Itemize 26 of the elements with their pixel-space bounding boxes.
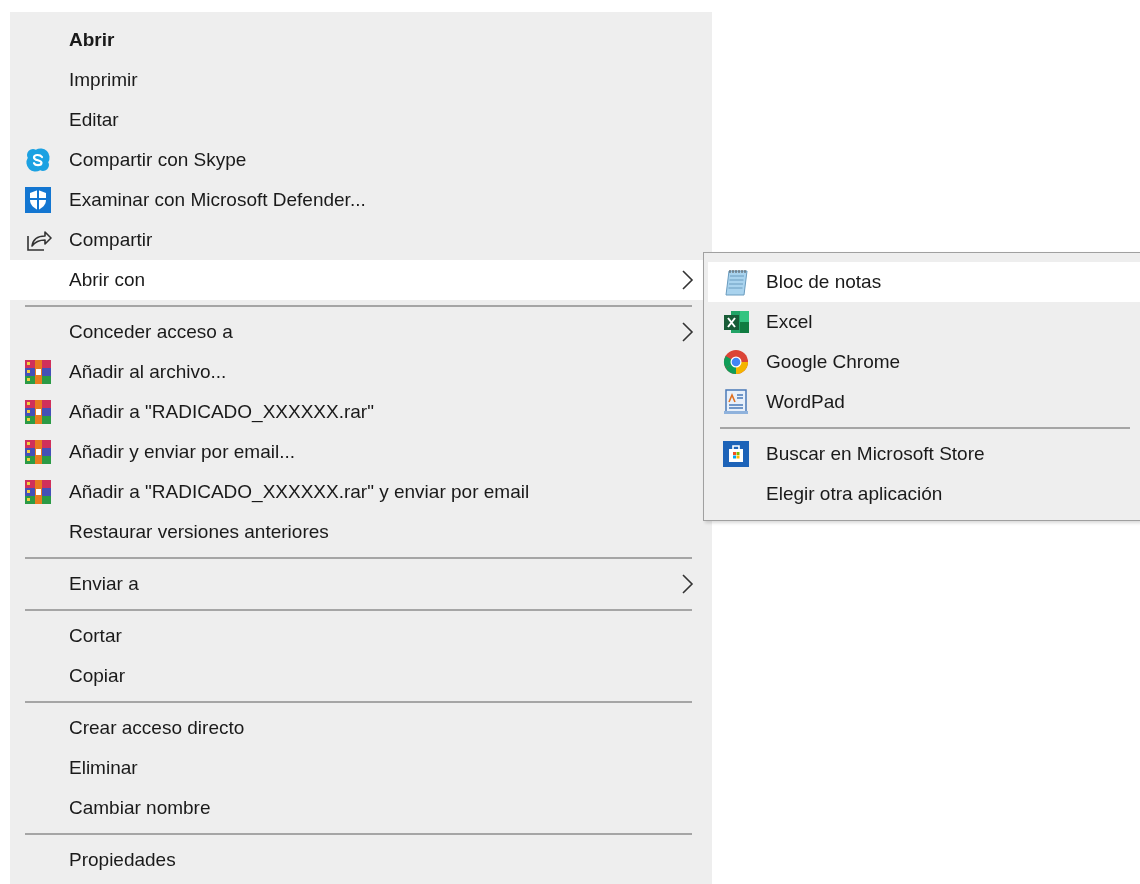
archive-icon bbox=[24, 478, 52, 506]
browser-icon bbox=[722, 348, 750, 376]
menu-item[interactable]: Bloc de notas bbox=[708, 262, 1140, 302]
document-icon bbox=[722, 388, 750, 416]
store-icon bbox=[722, 440, 750, 468]
archive-icon bbox=[24, 358, 52, 386]
menu-item[interactable]: Cortar bbox=[10, 616, 712, 656]
menu-item[interactable]: Compartir bbox=[10, 220, 712, 260]
menu-item[interactable]: Cambiar nombre bbox=[10, 788, 712, 828]
menu-item[interactable]: Editar bbox=[10, 100, 712, 140]
spreadsheet-icon bbox=[722, 308, 750, 336]
menu-item[interactable]: Imprimir bbox=[10, 60, 712, 100]
notepad-icon bbox=[722, 268, 750, 296]
menu-item[interactable]: Copiar bbox=[10, 656, 712, 696]
menu-item[interactable]: Compartir con Skype bbox=[10, 140, 712, 180]
menu-item[interactable]: Examinar con Microsoft Defender... bbox=[10, 180, 712, 220]
archive-icon bbox=[24, 398, 52, 426]
archive-icon bbox=[24, 438, 52, 466]
menu-item[interactable]: Propiedades bbox=[10, 840, 712, 880]
menu-item[interactable]: Abrir bbox=[10, 20, 712, 60]
menu-item[interactable]: Restaurar versiones anteriores bbox=[10, 512, 712, 552]
menu-item[interactable]: Eliminar bbox=[10, 748, 712, 788]
skype-icon bbox=[24, 146, 52, 174]
menu-item[interactable]: Enviar a bbox=[10, 564, 712, 604]
menu-item[interactable]: Crear acceso directo bbox=[10, 708, 712, 748]
shield-icon bbox=[24, 186, 52, 214]
